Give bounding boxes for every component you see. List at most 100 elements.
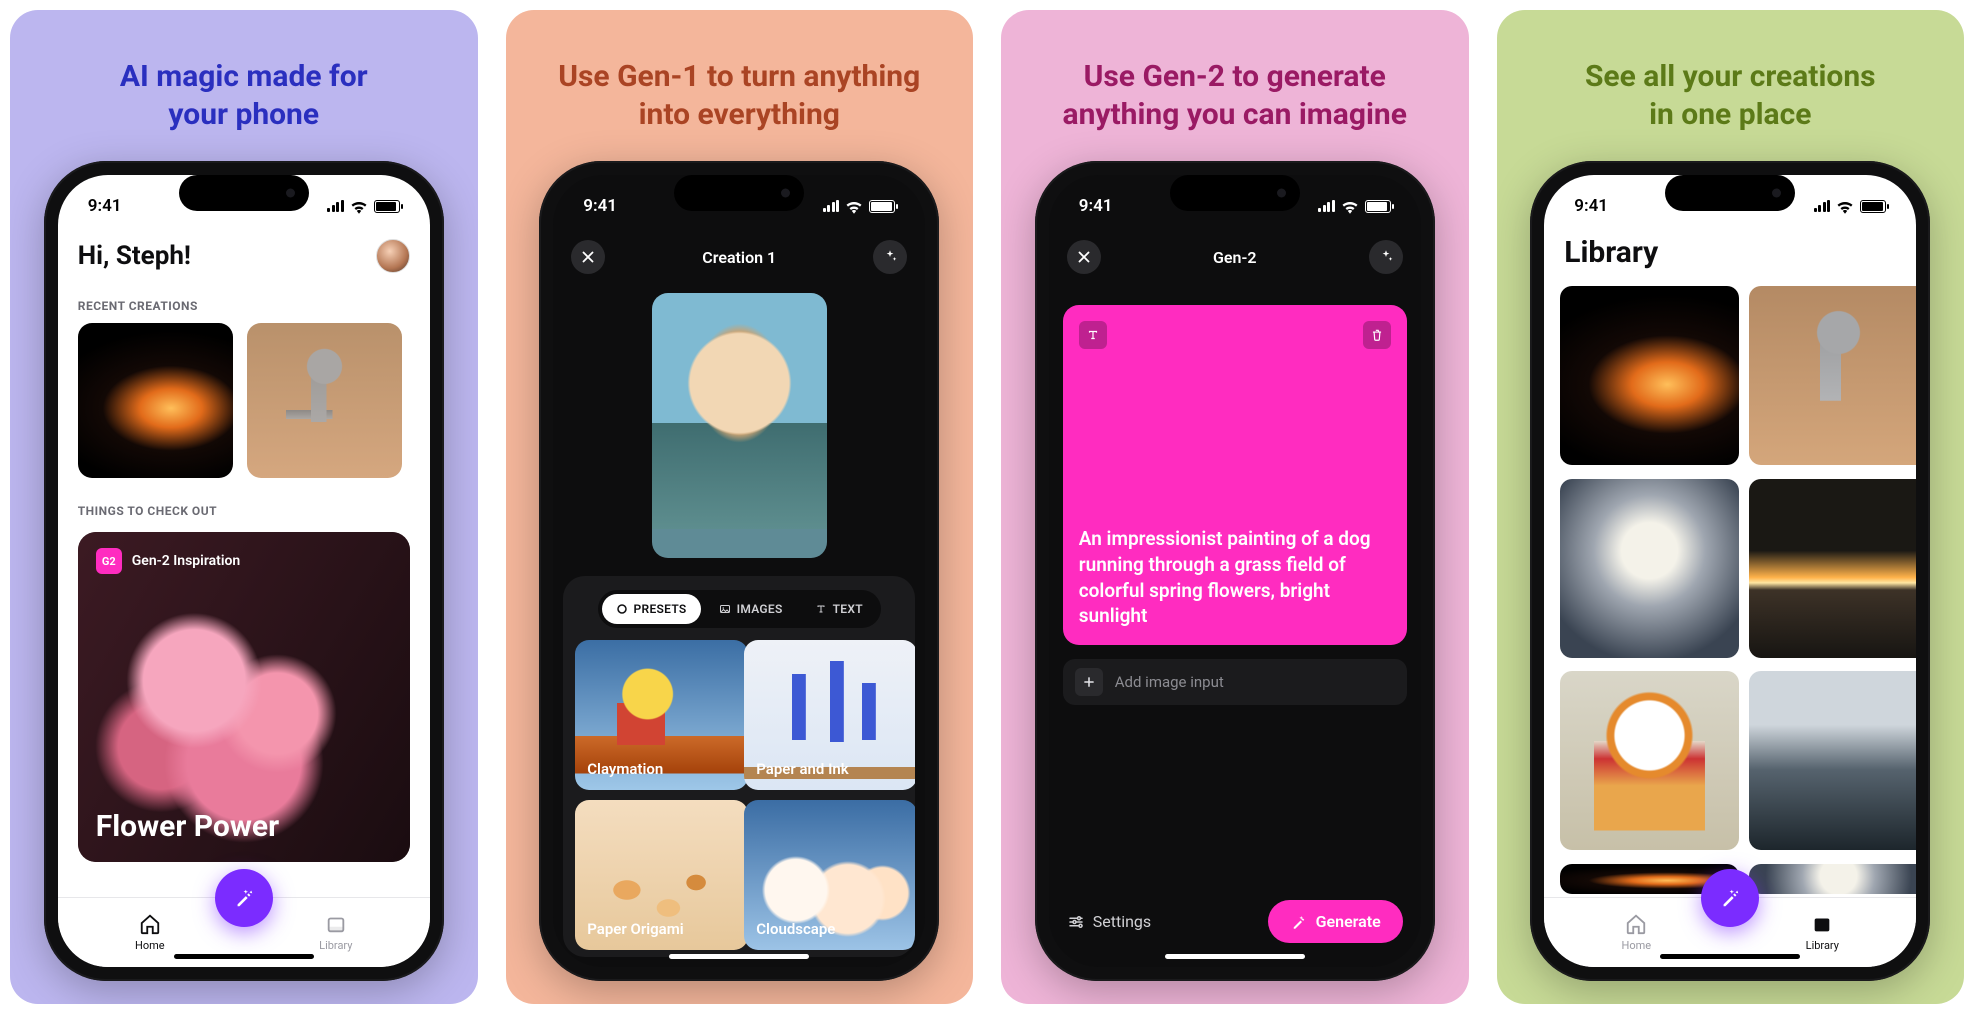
- battery-icon: [1860, 200, 1886, 213]
- preset-label: Paper Origami: [587, 920, 683, 938]
- sparkle-icon: [881, 248, 899, 266]
- library-item[interactable]: [1560, 286, 1739, 465]
- prompt-card[interactable]: An impressionist painting of a dog runni…: [1063, 305, 1407, 645]
- segment-label: IMAGES: [737, 602, 783, 616]
- wifi-icon: [350, 199, 368, 213]
- library-item[interactable]: [1749, 671, 1916, 850]
- home-icon: [1625, 913, 1647, 935]
- screen-title: Gen-2: [1213, 248, 1256, 267]
- sparkle-button[interactable]: [1369, 240, 1403, 274]
- library-item[interactable]: [1749, 864, 1916, 894]
- home-icon: [139, 913, 161, 935]
- add-image-label: Add image input: [1115, 673, 1224, 691]
- library-item[interactable]: [1560, 671, 1739, 850]
- library-item[interactable]: [1560, 479, 1739, 658]
- inspiration-card-title: Flower Power: [96, 809, 279, 844]
- preset-paper-ink[interactable]: Paper and Ink: [744, 640, 915, 790]
- tab-home[interactable]: Home: [135, 913, 165, 952]
- preset-origami[interactable]: Paper Origami: [575, 800, 748, 950]
- recent-thumb[interactable]: [78, 323, 233, 478]
- top-bar: Creation 1: [553, 231, 925, 283]
- home-indicator: [669, 954, 809, 959]
- store-panel-4: See all your creationsin one place 9:41 …: [1497, 10, 1965, 1004]
- section-recent-label: RECENT CREATIONS: [78, 299, 410, 313]
- phone-mock-3: 9:41 Gen-2: [1035, 161, 1435, 981]
- trash-icon: [1370, 328, 1384, 342]
- dynamic-island: [1170, 175, 1300, 211]
- inspiration-card[interactable]: G2 Gen-2 Inspiration Flower Power: [78, 532, 410, 862]
- battery-icon: [1365, 200, 1391, 213]
- phone-mock-1: 9:41 Hi, Steph! RECENT CREATIONS: [44, 161, 444, 981]
- add-image-input[interactable]: Add image input: [1063, 659, 1407, 705]
- close-button[interactable]: [571, 240, 605, 274]
- preset-label: Cloudscape: [756, 920, 835, 938]
- status-time: 9:41: [583, 196, 617, 216]
- status-time: 9:41: [88, 196, 122, 216]
- phone-mock-4: 9:41 Library: [1530, 161, 1930, 981]
- sparkle-button[interactable]: [873, 240, 907, 274]
- text-icon: [815, 603, 827, 615]
- status-time: 9:41: [1079, 196, 1113, 216]
- tab-label: Home: [135, 939, 165, 952]
- greeting: Hi, Steph!: [78, 241, 191, 271]
- tab-library[interactable]: Library: [319, 913, 352, 952]
- library-grid[interactable]: [1544, 272, 1916, 897]
- library-title: Library: [1544, 231, 1916, 272]
- panel-1-headline: AI magic made foryour phone: [90, 58, 398, 161]
- panel-4-headline: See all your creationsin one place: [1555, 58, 1906, 161]
- preset-claymation[interactable]: Claymation: [575, 640, 748, 790]
- wifi-icon: [845, 199, 863, 213]
- library-icon: [325, 913, 347, 935]
- preset-label: Paper and Ink: [756, 760, 848, 778]
- store-panel-3: Use Gen-2 to generateanything you can im…: [1001, 10, 1469, 1004]
- create-fab[interactable]: [1701, 869, 1759, 927]
- phone-mock-2: 9:41 Creation 1: [539, 161, 939, 981]
- library-item[interactable]: [1749, 286, 1916, 465]
- battery-icon: [869, 200, 895, 213]
- tab-label: Library: [319, 939, 352, 952]
- store-panel-2: Use Gen-1 to turn anythinginto everythin…: [506, 10, 974, 1004]
- creation-preview[interactable]: [652, 293, 827, 558]
- battery-icon: [374, 200, 400, 213]
- sliders-icon: [1067, 913, 1085, 931]
- panel-3-headline: Use Gen-2 to generateanything you can im…: [1033, 58, 1437, 161]
- recent-creations-row[interactable]: [78, 323, 410, 478]
- library-item[interactable]: [1749, 479, 1916, 658]
- preset-cloudscape[interactable]: Cloudscape: [744, 800, 915, 950]
- close-button[interactable]: [1067, 240, 1101, 274]
- presets-panel: PRESETS IMAGES TEXT Claymation Paper and…: [563, 576, 915, 957]
- dynamic-island: [674, 175, 804, 211]
- prompt-text[interactable]: An impressionist painting of a dog runni…: [1079, 526, 1391, 629]
- tab-label: Library: [1806, 939, 1839, 952]
- close-icon: [1075, 248, 1093, 266]
- tab-label: Home: [1622, 939, 1652, 952]
- segment-label: PRESETS: [634, 602, 687, 616]
- tab-library[interactable]: Library: [1806, 913, 1839, 952]
- avatar[interactable]: [376, 239, 410, 273]
- sparkle-icon: [1377, 248, 1395, 266]
- delete-prompt-button[interactable]: [1363, 321, 1391, 349]
- generate-button[interactable]: Generate: [1268, 900, 1403, 943]
- create-fab[interactable]: [215, 869, 273, 927]
- dynamic-island: [1665, 175, 1795, 211]
- segment-images[interactable]: IMAGES: [705, 594, 797, 624]
- wand-icon: [1290, 913, 1308, 931]
- wand-icon: [233, 887, 255, 909]
- library-icon: [1811, 913, 1833, 935]
- home-indicator: [1165, 954, 1305, 959]
- segment-label: TEXT: [833, 602, 863, 616]
- top-bar: Gen-2: [1049, 231, 1421, 283]
- store-panel-1: AI magic made foryour phone 9:41 Hi, Ste…: [10, 10, 478, 1004]
- close-icon: [579, 248, 597, 266]
- generate-label: Generate: [1316, 912, 1381, 931]
- circle-icon: [616, 603, 628, 615]
- text-mode-icon: [1079, 321, 1107, 349]
- status-time: 9:41: [1574, 196, 1608, 216]
- tab-home[interactable]: Home: [1622, 913, 1652, 952]
- settings-button[interactable]: Settings: [1067, 912, 1151, 931]
- recent-thumb[interactable]: [247, 323, 402, 478]
- segment-text[interactable]: TEXT: [801, 594, 877, 624]
- gen2-badge-icon: G2: [96, 548, 122, 574]
- preset-label: Claymation: [587, 760, 663, 778]
- segment-presets[interactable]: PRESETS: [602, 594, 701, 624]
